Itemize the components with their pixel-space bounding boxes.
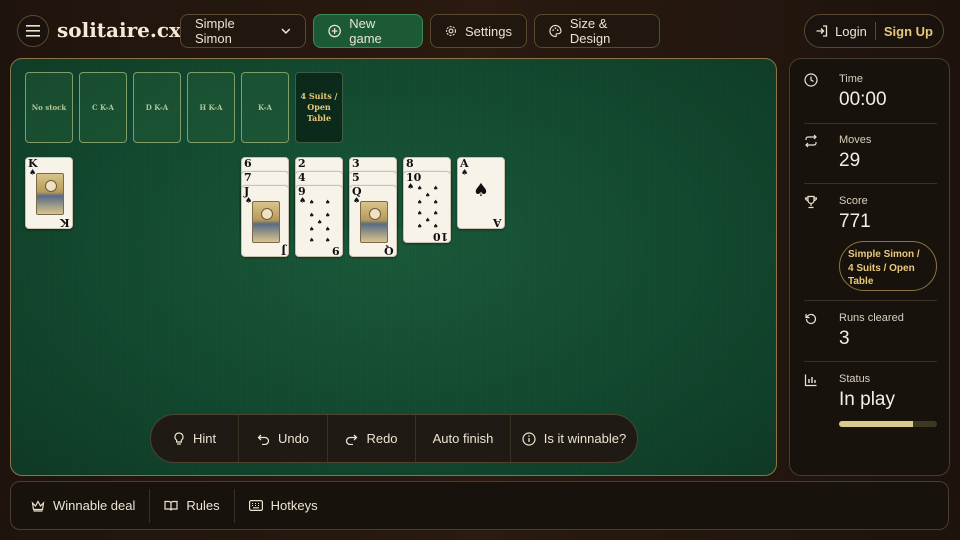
undo-label: Undo	[277, 431, 310, 446]
tableau-card[interactable]: Q ♠ Q	[349, 185, 397, 257]
hint-button[interactable]: Hint	[151, 415, 239, 462]
foundation-diamonds[interactable]: D K-A	[133, 72, 181, 143]
foundation-clubs[interactable]: C K-A	[79, 72, 127, 143]
runs-value: 3	[839, 328, 850, 349]
auth-divider	[874, 22, 876, 40]
winnable-check-label: Is it winnable?	[543, 431, 627, 446]
mode-slot: 4 Suits / Open Table	[295, 72, 343, 143]
game-variant-label: Simple Simon	[195, 16, 235, 46]
login-icon	[816, 25, 828, 37]
chevron-down-icon	[281, 28, 291, 34]
book-icon	[164, 500, 178, 511]
settings-button[interactable]: Settings	[430, 14, 527, 48]
moves-value: 29	[839, 150, 861, 171]
undo-button[interactable]: Undo	[239, 415, 328, 462]
redo-button[interactable]: Redo	[328, 415, 416, 462]
card-pips: ♠ ♠ ♠ ♠ ♠ ♠ ♠ ♠ ♠	[309, 199, 331, 244]
stats-panel: Time 00:00 Moves 29 Score 771 Simple Sim…	[789, 58, 950, 476]
divider	[804, 300, 937, 301]
tableau-card[interactable]: 9 ♠ ♠ ♠ ♠ ♠ ♠ ♠ ♠ ♠ ♠ 9	[295, 185, 343, 257]
game-variant-select[interactable]: Simple Simon	[180, 14, 306, 48]
repeat-icon	[805, 134, 817, 148]
plus-circle-icon	[328, 24, 341, 38]
menu-button[interactable]	[17, 15, 49, 47]
card-pips: ♠ ♠ ♠ ♠ ♠ ♠ ♠ ♠ ♠ ♠	[417, 185, 439, 230]
auto-finish-button[interactable]: Auto finish	[416, 415, 511, 462]
progress-fill	[839, 421, 913, 427]
hotkeys-label: Hotkeys	[270, 498, 318, 513]
time-value: 00:00	[839, 89, 887, 110]
size-design-button[interactable]: Size & Design	[534, 14, 660, 48]
score-value: 771	[839, 211, 871, 232]
trophy-icon	[804, 195, 818, 209]
winnable-check-button[interactable]: Is it winnable?	[511, 415, 637, 462]
winnable-deal-label: Winnable deal	[53, 498, 136, 513]
divider	[804, 361, 937, 362]
runs-label: Runs cleared	[839, 312, 904, 324]
mode-chip[interactable]: Simple Simon / 4 Suits / Open Table	[839, 241, 937, 291]
tableau-card[interactable]: A ♠ ♠ A	[457, 157, 505, 229]
stock-slot[interactable]: No stock	[25, 72, 73, 143]
undo-icon	[257, 434, 270, 445]
lightbulb-icon	[174, 431, 184, 445]
info-icon	[522, 431, 536, 446]
keyboard-icon	[248, 500, 263, 511]
auto-finish-label: Auto finish	[432, 431, 494, 446]
rules-label: Rules	[186, 498, 220, 513]
footer-bar: Winnable deal Rules Hotkeys	[10, 481, 949, 530]
hotkeys-button[interactable]: Hotkeys	[235, 489, 332, 523]
login-link[interactable]: Login	[835, 24, 867, 39]
settings-label: Settings	[465, 23, 512, 39]
redo-label: Redo	[366, 431, 398, 446]
redo-icon	[346, 434, 358, 445]
divider	[804, 183, 937, 184]
divider	[804, 123, 937, 124]
foundation-spades[interactable]: K-A	[241, 72, 289, 143]
rules-button[interactable]: Rules	[150, 488, 235, 523]
tableau-card[interactable]: K ♠ K	[25, 157, 73, 229]
game-progress-bar	[839, 421, 937, 427]
gear-icon	[445, 25, 457, 37]
hamburger-icon	[26, 25, 40, 37]
auth-group: Login Sign Up	[804, 14, 944, 48]
signup-link[interactable]: Sign Up	[884, 24, 933, 39]
site-logo[interactable]: solitaire.cx	[57, 18, 181, 42]
crown-icon	[31, 499, 45, 512]
new-game-label: New game	[349, 16, 382, 46]
new-game-button[interactable]: New game	[313, 14, 423, 48]
size-design-label: Size & Design	[569, 16, 611, 46]
clock-icon	[804, 73, 818, 87]
status-value: In play	[839, 389, 895, 410]
hint-label: Hint	[192, 431, 217, 446]
foundation-hearts[interactable]: H K-A	[187, 72, 235, 143]
time-label: Time	[839, 73, 864, 85]
status-label: Status	[839, 373, 871, 385]
bar-chart-icon	[804, 374, 817, 387]
tableau-card[interactable]: J ♠ J	[241, 185, 289, 257]
palette-icon	[549, 24, 562, 38]
action-bar: Hint Undo Redo Auto finish Is it winnabl…	[150, 414, 638, 463]
tableau-card[interactable]: 10 ♠ ♠ ♠ ♠ ♠ ♠ ♠ ♠ ♠ ♠ ♠ 10	[403, 171, 451, 243]
winnable-deal-button[interactable]: Winnable deal	[11, 488, 151, 523]
rotate-ccw-icon	[805, 313, 817, 325]
score-label: Score	[839, 195, 868, 207]
moves-label: Moves	[839, 134, 872, 146]
